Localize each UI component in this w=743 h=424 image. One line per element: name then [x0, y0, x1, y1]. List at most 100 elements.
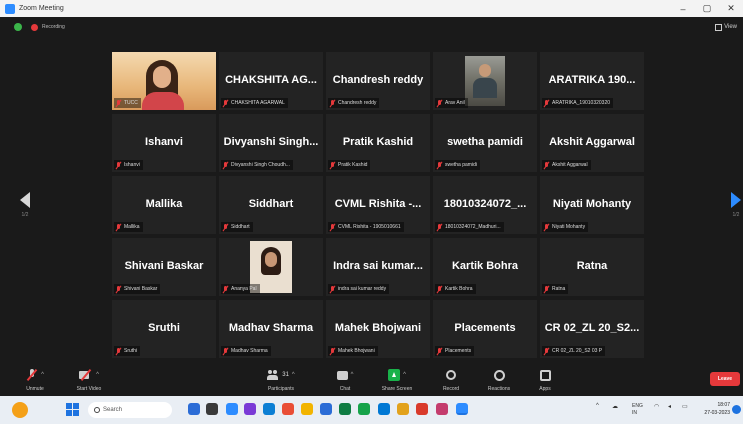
previous-page-button[interactable]: 1/2 — [16, 192, 34, 222]
participant-display-name: Mahek Bhojwani — [334, 322, 422, 334]
file-explorer-icon[interactable] — [301, 403, 313, 415]
caret-up-icon[interactable]: ^ — [96, 372, 99, 378]
view-button[interactable]: View — [715, 23, 737, 31]
participant-tile[interactable]: swetha pamidi swetha pamidi — [433, 114, 537, 172]
participant-tile[interactable]: Kartik Bohra Kartik Bohra — [433, 238, 537, 296]
participant-tile[interactable]: Siddhart Siddhart — [219, 176, 323, 234]
participant-tile[interactable]: Chandresh reddy Chandresh reddy — [326, 52, 430, 110]
participant-tile[interactable]: Akshit Aggarwal Akshit Aggarwal — [540, 114, 644, 172]
participant-tile[interactable]: Pratik Kashid Pratik Kashid — [326, 114, 430, 172]
participant-tile[interactable]: 18010324072_... 18010324072_Madhuri... — [433, 176, 537, 234]
participant-tile[interactable]: Shivani Baskar Shivani Baskar — [112, 238, 216, 296]
minimize-button[interactable]: – — [671, 0, 695, 17]
participant-name-label: Chandresh reddy — [328, 98, 380, 108]
close-button[interactable]: ✕ — [719, 0, 743, 17]
muted-mic-icon — [116, 285, 122, 293]
participant-display-name: Chandresh reddy — [332, 74, 424, 86]
zoom-active-icon[interactable] — [456, 403, 468, 415]
muted-mic-icon — [223, 285, 229, 293]
participant-tile[interactable]: Ananya Pal — [219, 238, 323, 296]
muted-mic-icon — [116, 99, 122, 107]
participant-tile[interactable]: Ratna Ratna — [540, 238, 644, 296]
participant-tile[interactable]: Mallika Mallika — [112, 176, 216, 234]
app-yellow-icon[interactable] — [397, 403, 409, 415]
reactions-icon — [493, 369, 505, 381]
participant-tile[interactable]: CHAKSHITA AG... CHAKSHITA AGARWAL — [219, 52, 323, 110]
whatsapp-icon[interactable] — [358, 403, 370, 415]
leave-button[interactable]: Leave — [710, 372, 740, 386]
battery-icon[interactable]: ▭ — [682, 403, 688, 410]
participant-name-label: Niyati Mohanty — [542, 222, 589, 232]
participant-tile[interactable]: ARATRIKA 190... ARATRIKA_19010320320 — [540, 52, 644, 110]
share-screen-button[interactable]: ^ Share Screen — [374, 368, 420, 392]
participant-tile[interactable]: Arav Anil — [433, 52, 537, 110]
weather-widget-icon[interactable] — [12, 402, 28, 418]
maximize-button[interactable]: ▢ — [695, 0, 719, 17]
muted-mic-icon — [437, 99, 443, 107]
caret-up-icon[interactable]: ^ — [351, 372, 354, 378]
clock-date: 27-03-2023 — [704, 410, 730, 416]
caret-up-icon[interactable]: ^ — [41, 372, 44, 378]
brave-icon[interactable] — [416, 403, 428, 415]
participant-tile[interactable]: Mahek Bhojwani Mahek Bhojwani — [326, 300, 430, 358]
copilot-icon[interactable] — [188, 403, 200, 415]
participant-name-label: Madhav Sharma — [221, 346, 271, 356]
task-view-icon[interactable] — [206, 403, 218, 415]
apps-button[interactable]: Apps — [522, 368, 568, 392]
muted-mic-icon — [437, 285, 443, 293]
language-indicator[interactable]: ENG IN — [632, 403, 643, 417]
taskbar-clock[interactable]: 18:07 27-03-2023 — [700, 401, 730, 417]
participant-tile[interactable]: Ishanvi Ishanvi — [112, 114, 216, 172]
teams-icon[interactable] — [244, 403, 256, 415]
participant-label-text: Madhav Sharma — [231, 348, 268, 354]
zoom-taskbar-icon[interactable] — [226, 403, 238, 415]
record-icon — [446, 370, 456, 380]
taskbar-search[interactable]: Search — [88, 402, 172, 418]
participant-name-label: Ananya Pal — [221, 284, 260, 294]
participant-tile[interactable]: Divyanshi Singh... Divyanshi Singh Choudh… — [219, 114, 323, 172]
participant-label-text: Sruthi — [124, 348, 138, 354]
outlook-icon[interactable] — [378, 403, 390, 415]
participant-label-text: swetha pamidi — [445, 162, 477, 168]
muted-mic-icon — [116, 161, 122, 169]
participant-tile[interactable]: TUCC — [112, 52, 216, 110]
participant-label-text: Shivani Baskar — [124, 286, 158, 292]
tray-chevron-icon[interactable]: ^ — [596, 403, 599, 409]
wifi-icon[interactable]: ◠ — [654, 403, 659, 410]
caret-up-icon[interactable]: ^ — [292, 372, 295, 378]
word-icon[interactable] — [320, 403, 332, 415]
participant-tile[interactable]: Sruthi Sruthi — [112, 300, 216, 358]
record-button[interactable]: Record — [428, 368, 474, 392]
unmute-button[interactable]: ^ Unmute — [12, 368, 58, 392]
edge-icon[interactable] — [263, 403, 275, 415]
speaker-icon[interactable]: ◂ — [668, 403, 671, 410]
participant-tile[interactable]: Niyati Mohanty Niyati Mohanty — [540, 176, 644, 234]
participant-display-name: Divyanshi Singh... — [223, 136, 319, 148]
muted-mic-icon — [26, 369, 38, 381]
participant-tile[interactable]: Madhav Sharma Madhav Sharma — [219, 300, 323, 358]
next-page-button[interactable]: 1/2 — [727, 192, 743, 222]
participant-tile[interactable]: Indra sai kumar... indra sai kumar reddy — [326, 238, 430, 296]
chrome-icon[interactable] — [282, 403, 294, 415]
participant-tile[interactable]: CVML Rishita -... CVML Rishita - 19050106… — [326, 176, 430, 234]
start-video-label: Start Video — [76, 386, 102, 392]
windows-start-icon[interactable] — [66, 403, 79, 416]
participant-name-label: Mahek Bhojwani — [328, 346, 378, 356]
caret-up-icon[interactable]: ^ — [403, 372, 406, 378]
excel-icon[interactable] — [339, 403, 351, 415]
page-indicator-left: 1/2 — [21, 212, 29, 218]
participant-tile[interactable]: CR 02_ZL 20_S2... CR 02_ZL 20_S2 03 P — [540, 300, 644, 358]
participant-name-label: Shivani Baskar — [114, 284, 161, 294]
chat-button[interactable]: ^ Chat — [322, 368, 368, 392]
participant-name-label: Kartik Bohra — [435, 284, 476, 294]
notification-icon[interactable] — [732, 405, 741, 414]
app-pink-icon[interactable] — [436, 403, 448, 415]
reactions-button[interactable]: Reactions — [476, 368, 522, 392]
start-video-button[interactable]: ^ Start Video — [66, 368, 112, 392]
participant-display-name: 18010324072_... — [443, 198, 527, 210]
onedrive-icon[interactable]: ☁ — [612, 403, 618, 410]
participants-count: 31 — [282, 372, 289, 378]
participants-button[interactable]: 31 ^ Participants — [258, 368, 304, 392]
security-shield-icon[interactable] — [14, 23, 22, 31]
participant-tile[interactable]: Placements Placements — [433, 300, 537, 358]
